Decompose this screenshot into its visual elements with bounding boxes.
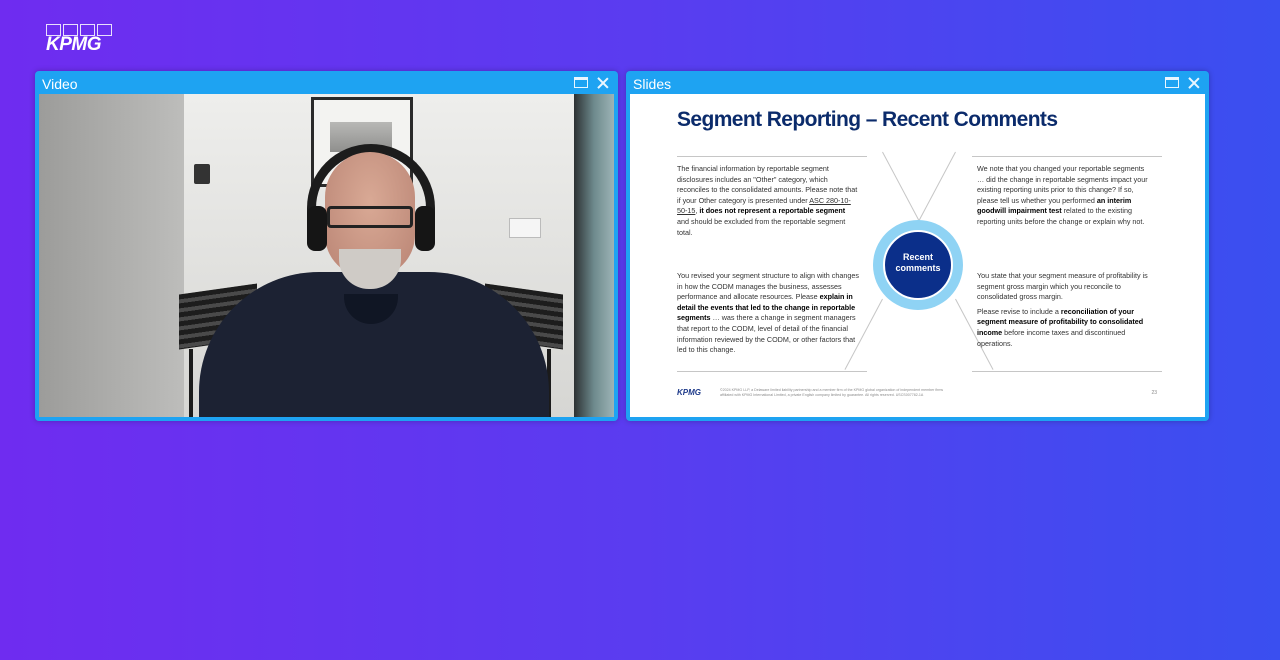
footer-logo: KPMG (677, 388, 701, 397)
comment-text: You state that your segment measure of p… (977, 271, 1148, 302)
recent-comments-label: Recent comments (883, 252, 953, 274)
slides-titlebar[interactable]: Slides (626, 71, 1209, 94)
video-feed (39, 94, 614, 417)
slide-title: Segment Reporting – Recent Comments (677, 108, 1058, 131)
slide-viewer: Segment Reporting – Recent Comments The … (630, 94, 1205, 417)
comment-top-right: We note that you changed your reportable… (977, 164, 1153, 228)
maximize-icon[interactable] (1165, 77, 1179, 88)
comment-bottom-right: You state that your segment measure of p… (977, 271, 1155, 349)
connector (917, 151, 956, 223)
comment-top-left: The financial information by reportable … (677, 164, 859, 238)
divider (677, 371, 867, 372)
video-title: Video (42, 76, 78, 92)
divider (972, 156, 1162, 157)
webcam-image (39, 94, 614, 417)
divider (972, 371, 1162, 372)
close-icon[interactable] (597, 77, 609, 89)
video-titlebar[interactable]: Video (35, 71, 618, 94)
badge-line2: comments (895, 263, 941, 273)
close-icon[interactable] (1188, 77, 1200, 89)
divider (677, 156, 867, 157)
video-panel[interactable]: Video (35, 71, 618, 421)
logo-text: KPMG (46, 34, 102, 55)
comment-emphasis: it does not represent a reportable segme… (699, 206, 846, 216)
kpmg-logo: KPMG (46, 24, 116, 55)
comment-text: Please revise to include a (977, 306, 1061, 316)
maximize-icon[interactable] (574, 77, 588, 88)
connector (882, 151, 921, 223)
slides-panel[interactable]: Slides Segment Reporting – Recent Commen… (626, 71, 1209, 421)
slide: Segment Reporting – Recent Comments The … (630, 94, 1205, 417)
comment-bottom-left: You revised your segment structure to al… (677, 271, 861, 356)
comment-text: and should be excluded from the reportab… (677, 216, 846, 237)
page-number: 23 (1151, 390, 1157, 396)
slides-title: Slides (633, 76, 672, 92)
badge-line1: Recent (902, 252, 933, 262)
footer-legal-text: ©2024 KPMG LLP, a Delaware limited liabi… (720, 388, 944, 397)
